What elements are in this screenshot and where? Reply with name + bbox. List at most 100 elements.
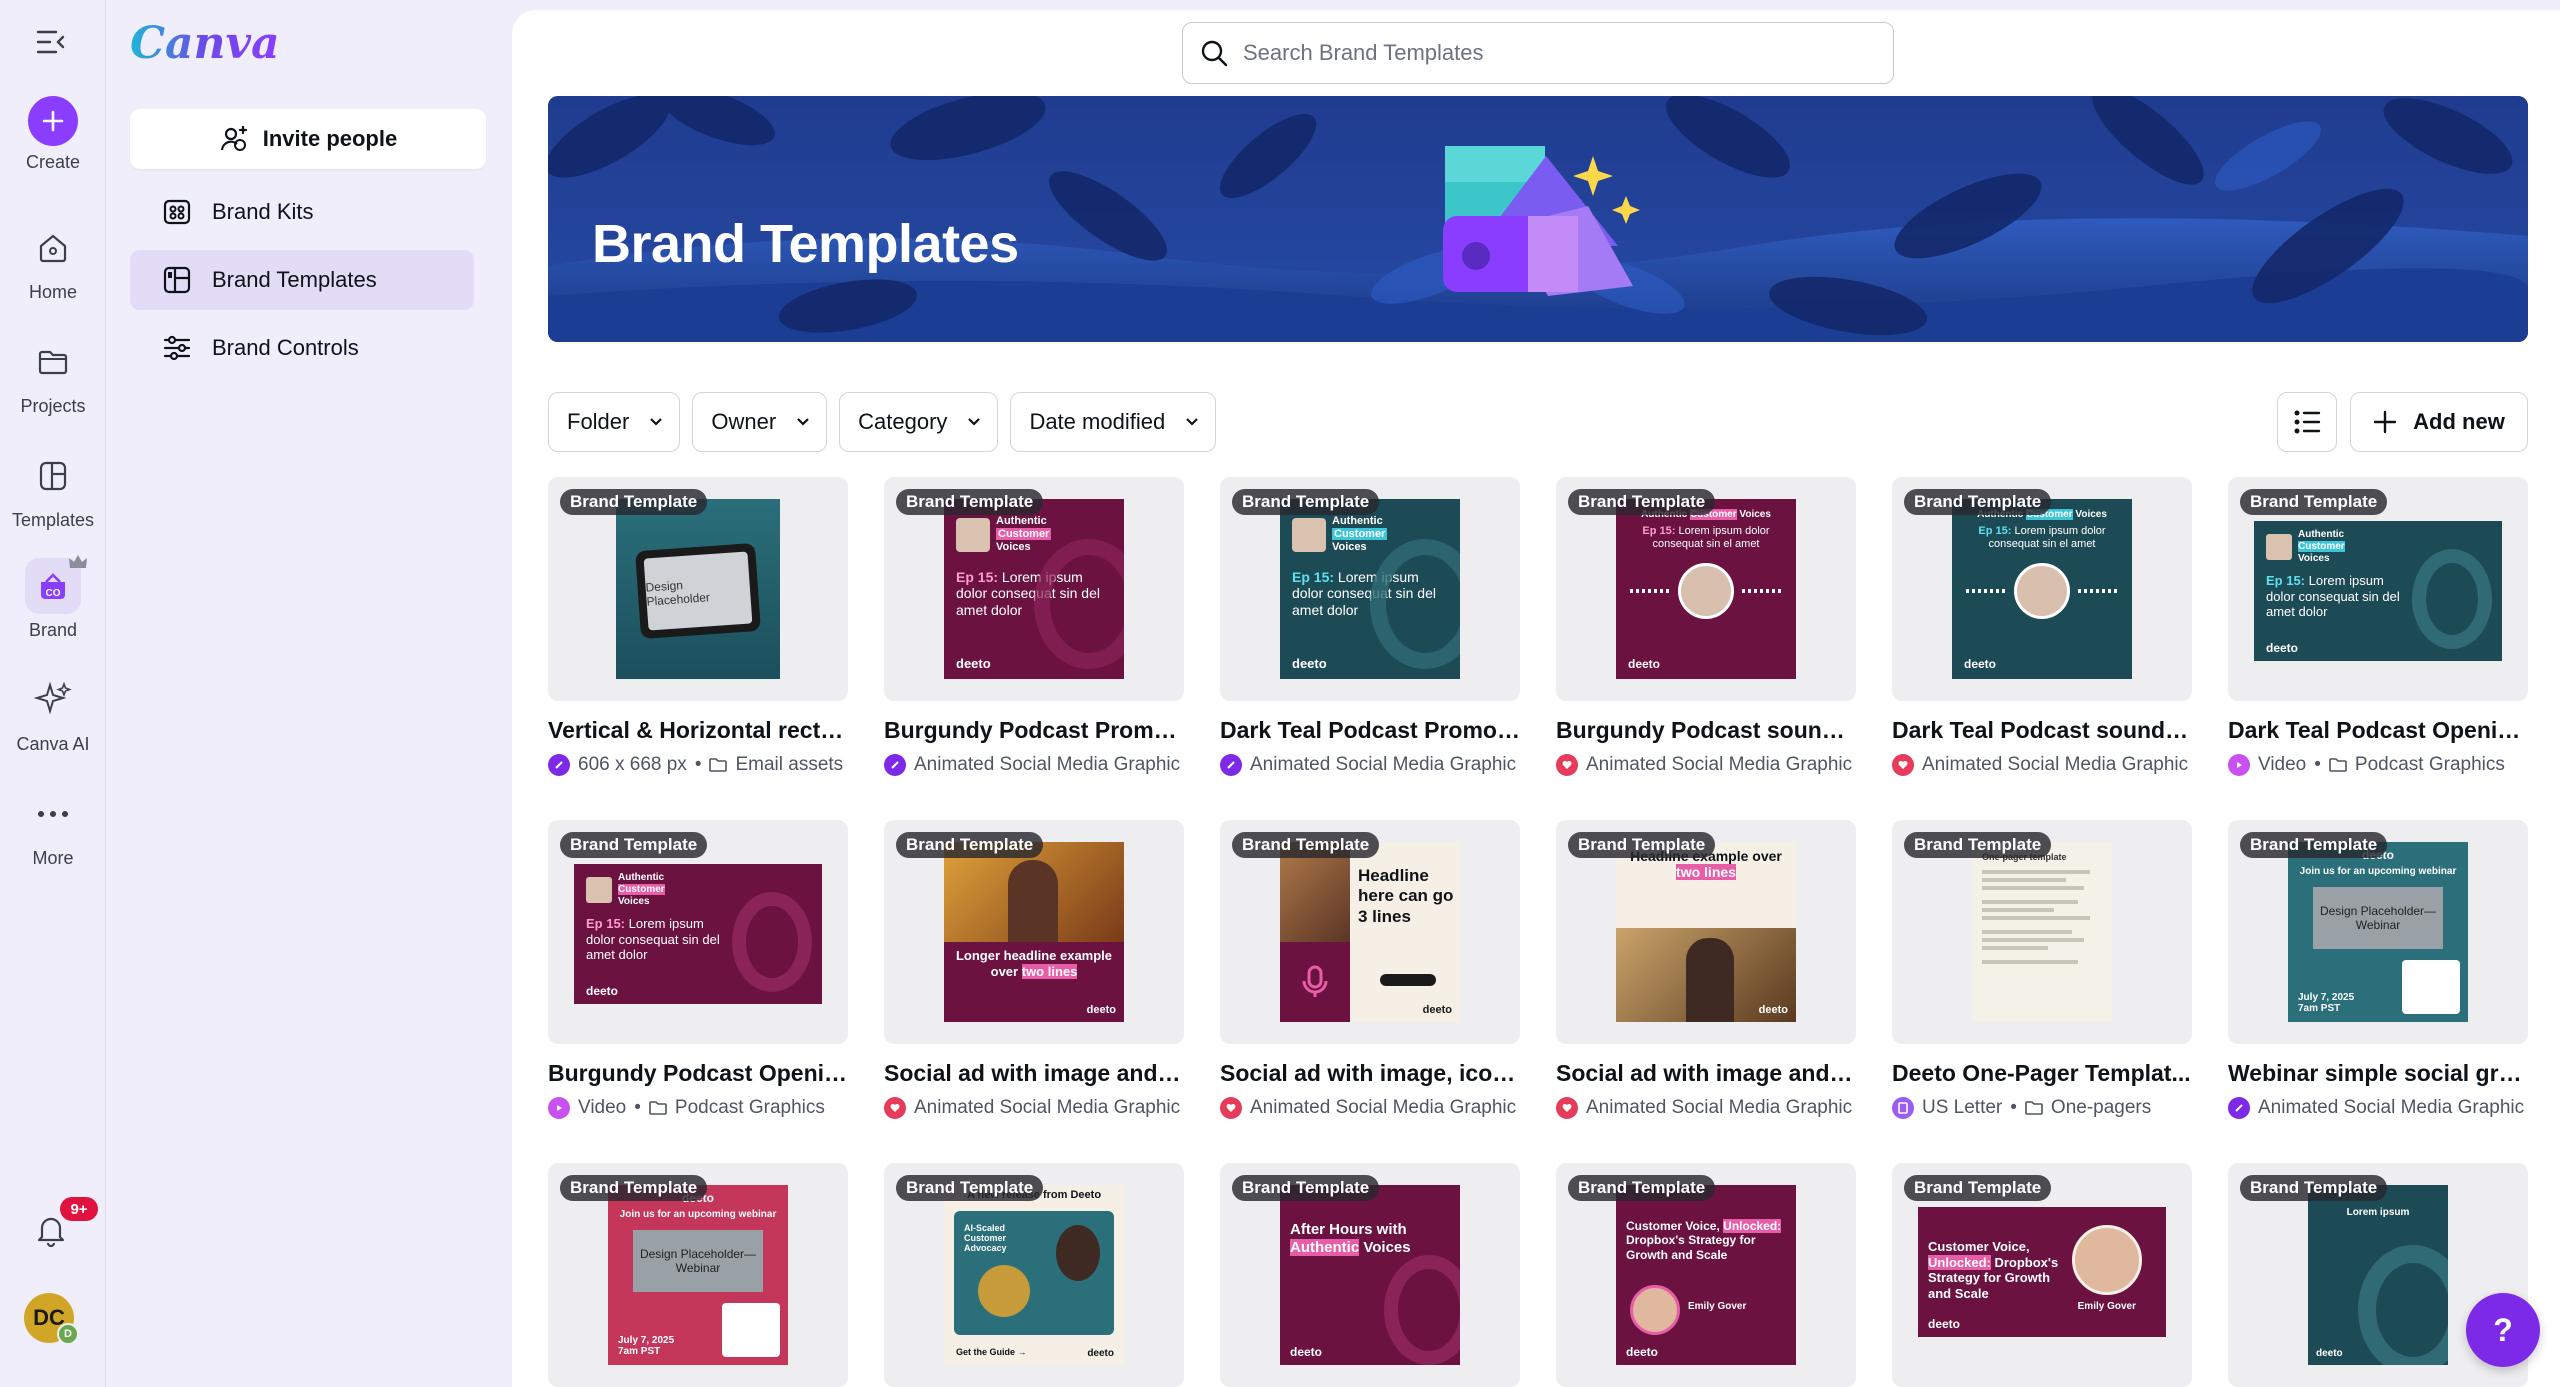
- card-title[interactable]: Deeto One-Pager Templat...: [1892, 1060, 2192, 1087]
- card-title[interactable]: Dark Teal Podcast Promo ...: [1220, 717, 1520, 744]
- template-thumbnail[interactable]: Brand Template Authentic Customer Voices E…: [884, 477, 1184, 701]
- add-new-label: Add new: [2413, 409, 2505, 434]
- card-title[interactable]: Dark Teal Podcast Openin...: [2228, 717, 2528, 744]
- rail-more[interactable]: More: [0, 786, 106, 869]
- template-thumbnail[interactable]: Brand Template Authentic Customer Voices E…: [548, 820, 848, 1044]
- nav-brand-kits-label: Brand Kits: [212, 199, 314, 224]
- canva-logo[interactable]: Canva: [130, 18, 280, 69]
- card-title[interactable]: Vertical & Horizontal recta...: [548, 717, 848, 744]
- card-meta-type: Animated Social Media Graphic: [1250, 754, 1517, 775]
- template-card[interactable]: Brand Template Authentic Customer Voices E…: [884, 477, 1184, 776]
- template-card[interactable]: Brand Template deeto Join us for an upco…: [2228, 820, 2528, 1119]
- template-card[interactable]: Brand Template Longer headline example o…: [884, 820, 1184, 1119]
- card-title[interactable]: Burgundy Podcast Promo ...: [884, 717, 1184, 744]
- date-modified-filter[interactable]: Date modified: [1010, 392, 1217, 452]
- template-thumbnail[interactable]: Brand Template Customer Voice, Unlocked:…: [1556, 1163, 1856, 1387]
- template-thumbnail[interactable]: Brand Template Authentic Customer Voices E…: [1220, 477, 1520, 701]
- list-view-button[interactable]: [2277, 392, 2337, 452]
- template-card[interactable]: Brand Template Authentic Customer Voices E…: [1220, 477, 1520, 776]
- template-thumbnail[interactable]: Brand Template Customer Voice, Unlocked:…: [1892, 1163, 2192, 1387]
- template-card[interactable]: Brand Template Customer Voice, Unlocked:…: [1892, 1163, 2192, 1387]
- home-icon: [25, 220, 81, 276]
- rail-brand[interactable]: CO Brand: [0, 555, 106, 641]
- chevron-down-icon: [797, 418, 809, 426]
- rail-brand-label: Brand: [28, 620, 78, 640]
- rail-home[interactable]: Home: [0, 220, 106, 303]
- brand-template-tag: Brand Template: [896, 1175, 1044, 1201]
- rail-projects-label: Projects: [20, 396, 86, 416]
- card-title[interactable]: Social ad with image and t...: [884, 1060, 1184, 1087]
- template-thumbnail[interactable]: Brand Template Authentic Customer Voices E…: [2228, 477, 2528, 701]
- card-meta: US Letter • One-pagers: [1892, 1097, 2192, 1119]
- template-card[interactable]: Brand Template A new release from Deeto …: [884, 1163, 1184, 1387]
- template-card[interactable]: Brand Template Authentic Customer Voices E…: [2228, 477, 2528, 776]
- template-card[interactable]: Brand Template Authentic Customer Voices…: [1892, 477, 2192, 776]
- collapse-sidebar-icon[interactable]: [33, 24, 69, 60]
- search-icon: [1201, 40, 1228, 67]
- template-card[interactable]: Brand Template deeto Join us for an upco…: [548, 1163, 848, 1387]
- template-card[interactable]: Brand Template Design Placeholder Vertic…: [548, 477, 848, 776]
- category-filter[interactable]: Category: [839, 392, 999, 452]
- card-title[interactable]: Webinar simple social gra...: [2228, 1060, 2528, 1087]
- brand-template-tag: Brand Template: [1232, 489, 1380, 515]
- brand-template-tag: Brand Template: [2240, 489, 2388, 515]
- template-thumbnail[interactable]: Brand Template After Hours with Authentic…: [1220, 1163, 1520, 1387]
- crown-icon: [68, 554, 88, 575]
- folder-filter-label: Folder: [567, 409, 630, 434]
- search-bar[interactable]: Search Brand Templates: [1182, 22, 1894, 84]
- owner-filter[interactable]: Owner: [692, 392, 828, 452]
- sliders-icon: [163, 335, 191, 361]
- search-input[interactable]: Search Brand Templates: [1243, 40, 1484, 66]
- chevron-down-icon: [1186, 418, 1198, 426]
- main-content: Search Brand Templates Brand Templates F…: [512, 10, 2560, 1387]
- help-button[interactable]: ?: [2466, 1293, 2540, 1367]
- card-meta: Animated Social Media Graphic: [884, 1097, 1184, 1119]
- team-avatar: D: [57, 1323, 79, 1345]
- template-thumbnail[interactable]: Brand Template deeto Join us for an upco…: [548, 1163, 848, 1387]
- rail-create[interactable]: Create: [0, 96, 106, 173]
- design-type-icon: [1220, 754, 1242, 776]
- template-card[interactable]: Brand Template Authentic Customer Voices…: [1556, 477, 1856, 776]
- template-thumbnail[interactable]: Brand Template Design Placeholder: [548, 477, 848, 701]
- card-title[interactable]: Burgundy Podcast Openin...: [548, 1060, 848, 1087]
- nav-brand-controls[interactable]: Brand Controls: [130, 318, 474, 378]
- card-meta-type: Animated Social Media Graphic: [1586, 754, 1853, 775]
- template-thumbnail[interactable]: Brand Template One-pager template: [1892, 820, 2192, 1044]
- folder-icon: [25, 334, 81, 390]
- card-title[interactable]: Social ad with image, icon,...: [1220, 1060, 1520, 1087]
- invite-people-button[interactable]: Invite people: [130, 109, 486, 169]
- brand-template-tag: Brand Template: [1232, 1175, 1380, 1201]
- folder-icon: [2329, 758, 2347, 772]
- template-card[interactable]: Brand Template After Hours with Authentic…: [1220, 1163, 1520, 1387]
- template-card[interactable]: Brand Template Headline example over two…: [1556, 820, 1856, 1119]
- template-thumbnail[interactable]: Brand Template Headline example over two…: [1556, 820, 1856, 1044]
- card-title[interactable]: Dark Teal Podcast sound c...: [1892, 717, 2192, 744]
- card-meta: Animated Social Media Graphic: [2228, 1097, 2528, 1119]
- add-new-button[interactable]: Add new: [2350, 392, 2528, 452]
- card-title[interactable]: Social ad with image and t...: [1556, 1060, 1856, 1087]
- template-thumbnail[interactable]: Brand Template Longer headline example o…: [884, 820, 1184, 1044]
- card-meta: Animated Social Media Graphic: [1556, 1097, 1856, 1119]
- template-thumbnail[interactable]: Brand Template deeto Join us for an upco…: [2228, 820, 2528, 1044]
- rail-projects[interactable]: Projects: [0, 334, 106, 417]
- template-thumbnail[interactable]: Brand Template Authentic Customer Voices…: [1556, 477, 1856, 701]
- template-card[interactable]: Brand Template One-pager template Deeto …: [1892, 820, 2192, 1119]
- card-title[interactable]: Burgundy Podcast sound ...: [1556, 717, 1856, 744]
- folder-filter[interactable]: Folder: [548, 392, 681, 452]
- rail-templates[interactable]: Templates: [0, 448, 106, 531]
- brand-template-tag: Brand Template: [2240, 1175, 2388, 1201]
- template-card[interactable]: Brand Template Headline here can go 3 li…: [1220, 820, 1520, 1119]
- card-meta-type: Animated Social Media Graphic: [1586, 1097, 1853, 1118]
- template-card[interactable]: Brand Template Customer Voice, Unlocked:…: [1556, 1163, 1856, 1387]
- video-icon: [2228, 754, 2250, 776]
- rail-canva-ai[interactable]: Canva AI: [0, 672, 106, 755]
- nav-brand-templates[interactable]: Brand Templates: [130, 250, 474, 310]
- template-card[interactable]: Brand Template Authentic Customer Voices E…: [548, 820, 848, 1119]
- chevron-down-icon: [650, 418, 663, 426]
- template-thumbnail[interactable]: Brand Template Authentic Customer Voices…: [1892, 477, 2192, 701]
- template-thumbnail[interactable]: Brand Template A new release from Deeto …: [884, 1163, 1184, 1387]
- template-thumbnail[interactable]: Brand Template Headline here can go 3 li…: [1220, 820, 1520, 1044]
- design-type-icon: [2228, 1097, 2250, 1119]
- heart-icon: [884, 1097, 906, 1119]
- nav-brand-kits[interactable]: Brand Kits: [130, 182, 474, 242]
